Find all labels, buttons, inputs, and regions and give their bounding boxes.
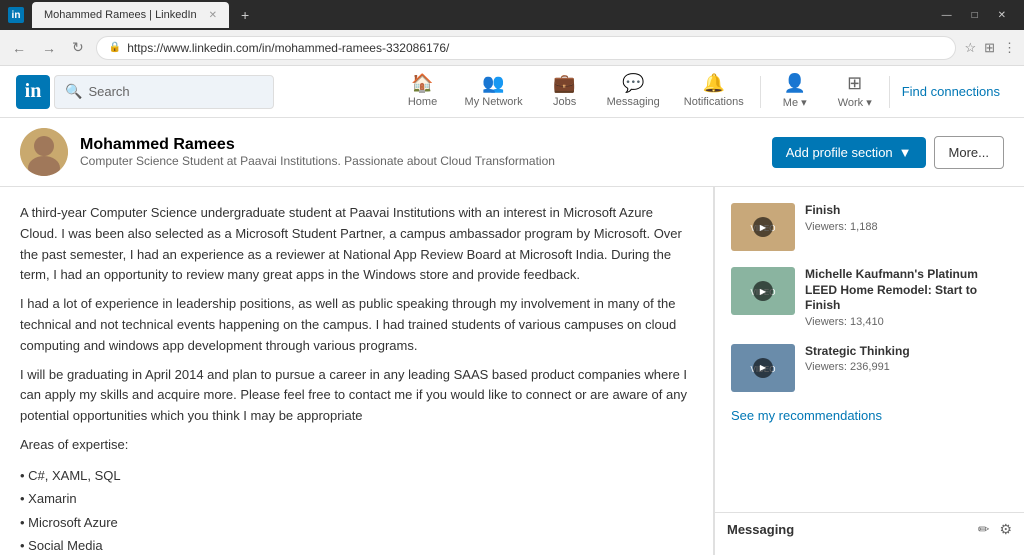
right-sidebar: VIDEO ▶ Finish Viewers: 1,188 VIDEO ▶ Mi… [714, 187, 1024, 555]
refresh-button[interactable]: ↻ [68, 37, 88, 58]
maximize-button[interactable]: □ [962, 10, 988, 21]
rec-info-2: Michelle Kaufmann's Platinum LEED Home R… [805, 267, 1008, 328]
areas-of-expertise-label: Areas of expertise: [20, 435, 693, 456]
rec-title-1: Finish [805, 203, 1008, 219]
extensions-icon[interactable]: ⊞ [984, 40, 995, 56]
rec-thumbnail-1: VIDEO ▶ [731, 203, 795, 251]
bio-paragraph-1: A third-year Computer Science undergradu… [20, 203, 693, 286]
profile-name: Mohammed Ramees [80, 136, 760, 154]
expertise-azure: • Microsoft Azure [20, 511, 693, 534]
jobs-label: Jobs [553, 96, 576, 108]
left-content: A third-year Computer Science undergradu… [0, 187, 714, 555]
tab-title: Mohammed Ramees | LinkedIn [44, 9, 197, 21]
add-profile-section-label: Add profile section [786, 145, 893, 160]
profile-header: Mohammed Ramees Computer Science Student… [0, 118, 1024, 187]
recommendation-item-2[interactable]: VIDEO ▶ Michelle Kaufmann's Platinum LEE… [715, 259, 1024, 336]
nav-me[interactable]: 👤 Me ▾ [765, 66, 825, 118]
main-layout: A third-year Computer Science undergradu… [0, 187, 1024, 555]
bookmark-icon[interactable]: ☆ [964, 40, 976, 56]
nav-home[interactable]: 🏠 Home [393, 66, 453, 118]
browser-title-bar: in Mohammed Ramees | LinkedIn ✕ + — □ ✕ [0, 0, 1024, 30]
bio-paragraph-3: I will be graduating in April 2014 and p… [20, 365, 693, 427]
find-connections-button[interactable]: Find connections [894, 66, 1008, 118]
play-icon-1: ▶ [753, 217, 773, 237]
browser-tab-active[interactable]: Mohammed Ramees | LinkedIn ✕ [32, 2, 229, 28]
nav-items: 🏠 Home 👥 My Network 💼 Jobs 💬 Messaging 🔔… [393, 66, 1008, 118]
rec-viewers-2: Viewers: 13,410 [805, 316, 1008, 328]
rec-viewers-3: Viewers: 236,991 [805, 361, 1008, 373]
nav-jobs[interactable]: 💼 Jobs [535, 66, 595, 118]
play-icon-2: ▶ [753, 281, 773, 301]
messaging-bar: Messaging ✏ ⚙ [714, 512, 1024, 546]
rec-thumbnail-3: VIDEO ▶ [731, 344, 795, 392]
messaging-icon: 💬 [622, 73, 644, 94]
nav-divider [760, 76, 761, 108]
avatar [20, 128, 68, 176]
linkedin-navbar: in 🔍 Search 🏠 Home 👥 My Network 💼 Jobs 💬… [0, 66, 1024, 118]
close-button[interactable]: ✕ [988, 10, 1016, 21]
profile-info: Mohammed Ramees Computer Science Student… [80, 136, 760, 168]
home-icon: 🏠 [411, 73, 433, 94]
new-tab-button[interactable]: + [241, 7, 249, 23]
rec-title-2: Michelle Kaufmann's Platinum LEED Home R… [805, 267, 1008, 314]
home-label: Home [408, 96, 437, 108]
back-button[interactable]: ← [8, 38, 30, 58]
work-icon: ⊞ [847, 73, 862, 94]
messaging-icons: ✏ ⚙ [978, 521, 1012, 538]
expertise-xamarin: • Xamarin [20, 487, 693, 510]
jobs-icon: 💼 [553, 73, 575, 94]
address-bar: ← → ↻ 🔒 https://www.linkedin.com/in/moha… [0, 30, 1024, 66]
search-placeholder: Search [88, 84, 129, 99]
compose-icon[interactable]: ✏ [978, 521, 990, 538]
profile-title: Computer Science Student at Paavai Insti… [80, 154, 760, 168]
nav-notifications[interactable]: 🔔 Notifications [672, 66, 756, 118]
expertise-csharp: • C#, XAML, SQL [20, 464, 693, 487]
linkedin-logo[interactable]: in [16, 75, 50, 109]
rec-title-3: Strategic Thinking [805, 344, 1008, 360]
bio-paragraph-2: I had a lot of experience in leadership … [20, 294, 693, 356]
nav-network[interactable]: 👥 My Network [453, 66, 535, 118]
forward-button[interactable]: → [38, 38, 60, 58]
more-button[interactable]: More... [934, 136, 1004, 169]
rec-info-1: Finish Viewers: 1,188 [805, 203, 1008, 251]
network-label: My Network [465, 96, 523, 108]
add-profile-section-button[interactable]: Add profile section ▼ [772, 137, 926, 168]
search-box[interactable]: 🔍 Search [54, 75, 274, 109]
expertise-social-media: • Social Media [20, 534, 693, 555]
url-bar[interactable]: 🔒 https://www.linkedin.com/in/mohammed-r… [96, 36, 957, 60]
nav-messaging[interactable]: 💬 Messaging [595, 66, 672, 118]
menu-icon[interactable]: ⋮ [1003, 40, 1016, 56]
recommendation-item-1[interactable]: VIDEO ▶ Finish Viewers: 1,188 [715, 195, 1024, 259]
lock-icon: 🔒 [109, 42, 121, 53]
url-text: https://www.linkedin.com/in/mohammed-ram… [127, 41, 449, 55]
notifications-label: Notifications [684, 96, 744, 108]
recommendation-item-3[interactable]: VIDEO ▶ Strategic Thinking Viewers: 236,… [715, 336, 1024, 400]
messaging-nav-label: Messaging [607, 96, 660, 108]
browser-actions: ☆ ⊞ ⋮ [964, 40, 1016, 56]
tab-close-button[interactable]: ✕ [209, 10, 217, 21]
me-label: Me ▾ [783, 96, 807, 109]
settings-icon[interactable]: ⚙ [999, 521, 1012, 538]
profile-actions: Add profile section ▼ More... [772, 136, 1004, 169]
rec-info-3: Strategic Thinking Viewers: 236,991 [805, 344, 1008, 392]
play-icon-3: ▶ [753, 358, 773, 378]
work-label: Work ▾ [838, 96, 872, 109]
browser-favicon: in [8, 7, 24, 23]
nav-work[interactable]: ⊞ Work ▾ [825, 66, 885, 118]
me-icon: 👤 [784, 73, 806, 94]
search-icon: 🔍 [65, 83, 82, 100]
rec-thumbnail-2: VIDEO ▶ [731, 267, 795, 315]
rec-viewers-1: Viewers: 1,188 [805, 221, 1008, 233]
notifications-icon: 🔔 [703, 73, 725, 94]
see-recommendations-link[interactable]: See my recommendations [715, 400, 1024, 431]
dropdown-arrow-icon: ▼ [899, 145, 912, 160]
expertise-list: • C#, XAML, SQL • Xamarin • Microsoft Az… [20, 464, 693, 555]
nav-divider-2 [889, 76, 890, 108]
minimize-button[interactable]: — [932, 10, 962, 21]
messaging-label: Messaging [727, 522, 794, 537]
network-icon: 👥 [482, 73, 504, 94]
